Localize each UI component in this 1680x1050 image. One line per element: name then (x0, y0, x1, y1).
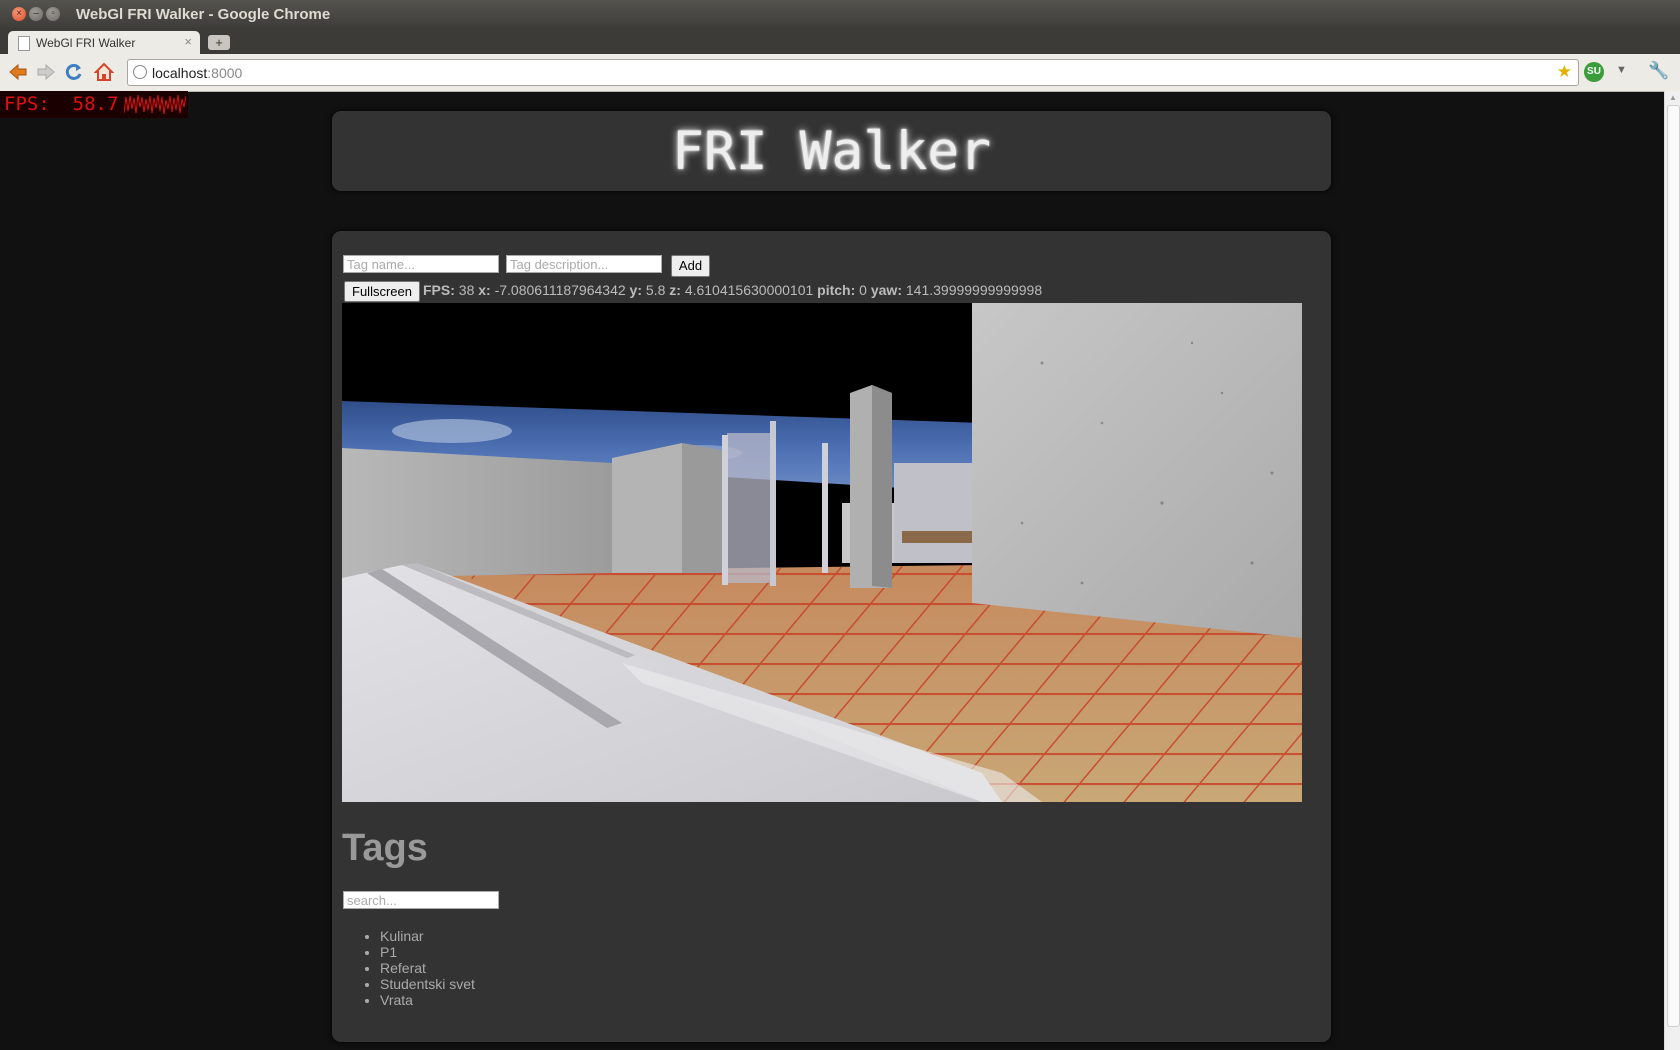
fps-overlay-text: FPS: 58.7 (4, 93, 119, 115)
tab-close-icon[interactable]: × (184, 34, 192, 49)
tag-item[interactable]: Kulinar (380, 928, 475, 944)
tag-list: Kulinar P1 Referat Studentski svet Vrata (362, 928, 475, 1008)
fps-overlay: FPS: 58.7 (0, 91, 188, 118)
forward-arrow-icon[interactable] (36, 62, 56, 82)
window-maximize-icon[interactable]: ▫ (46, 7, 60, 21)
page-scrollbar[interactable]: ▲ (1664, 91, 1680, 1050)
back-arrow-icon[interactable] (8, 62, 28, 82)
globe-icon (133, 65, 147, 79)
scroll-up-icon[interactable]: ▲ (1669, 93, 1677, 102)
fps-graph (124, 94, 186, 115)
camera-stats: FPS: 38 x: -7.080611187964342 y: 5.8 z: … (423, 282, 1043, 298)
window-title: WebGl FRI Walker - Google Chrome (76, 6, 331, 23)
tag-name-input[interactable] (343, 255, 499, 273)
window-close-icon[interactable]: × (12, 7, 26, 21)
main-panel: Add Fullscreen FPS: 38 x: -7.08061118796… (332, 231, 1331, 1042)
tag-item[interactable]: P1 (380, 944, 475, 960)
wrench-icon[interactable]: 🔧 (1648, 61, 1669, 81)
tag-item[interactable]: Referat (380, 960, 475, 976)
yaw-value: 141.39999999999998 (905, 282, 1043, 298)
page-icon (18, 36, 30, 51)
address-bar[interactable]: localhost:8000 ★ (127, 59, 1579, 86)
tag-item[interactable]: Studentski svet (380, 976, 475, 992)
bookmark-star-icon[interactable]: ★ (1557, 62, 1572, 82)
dropdown-icon[interactable]: ▼ (1616, 64, 1627, 76)
tab-strip: WebGl FRI Walker × + (0, 29, 1680, 54)
tag-search-input[interactable] (343, 891, 499, 909)
tab-title: WebGl FRI Walker (36, 36, 136, 50)
window-minimize-icon[interactable]: – (29, 7, 43, 21)
header-panel: FRI Walker (332, 111, 1331, 191)
y-value: 5.8 (645, 282, 666, 298)
window-titlebar: × – ▫ WebGl FRI Walker - Google Chrome (0, 0, 1680, 29)
tag-description-input[interactable] (506, 255, 662, 273)
fullscreen-button[interactable]: Fullscreen (344, 281, 420, 302)
reload-icon[interactable] (64, 62, 84, 82)
page-title: FRI Walker (671, 121, 992, 182)
add-tag-button[interactable]: Add (671, 255, 710, 277)
pitch-value: 0 (859, 282, 867, 298)
scrollbar-thumb[interactable] (1667, 105, 1680, 1027)
tag-item[interactable]: Vrata (380, 992, 475, 1008)
browser-tab[interactable]: WebGl FRI Walker × (8, 31, 200, 54)
x-value: -7.080611187964342 (494, 282, 626, 298)
z-value: 4.610415630000101 (684, 282, 814, 298)
stumbleupon-icon[interactable]: SU (1584, 62, 1604, 82)
home-icon[interactable] (93, 62, 115, 82)
webgl-canvas[interactable] (342, 303, 1302, 802)
fps-value: 38 (458, 282, 475, 298)
tags-heading: Tags (342, 827, 428, 869)
url-text[interactable]: localhost:8000 (152, 65, 242, 81)
3d-scene (342, 303, 1302, 802)
browser-toolbar: localhost:8000 ★ SU ▼ 🔧 (0, 54, 1680, 92)
new-tab-button[interactable]: + (208, 35, 230, 50)
